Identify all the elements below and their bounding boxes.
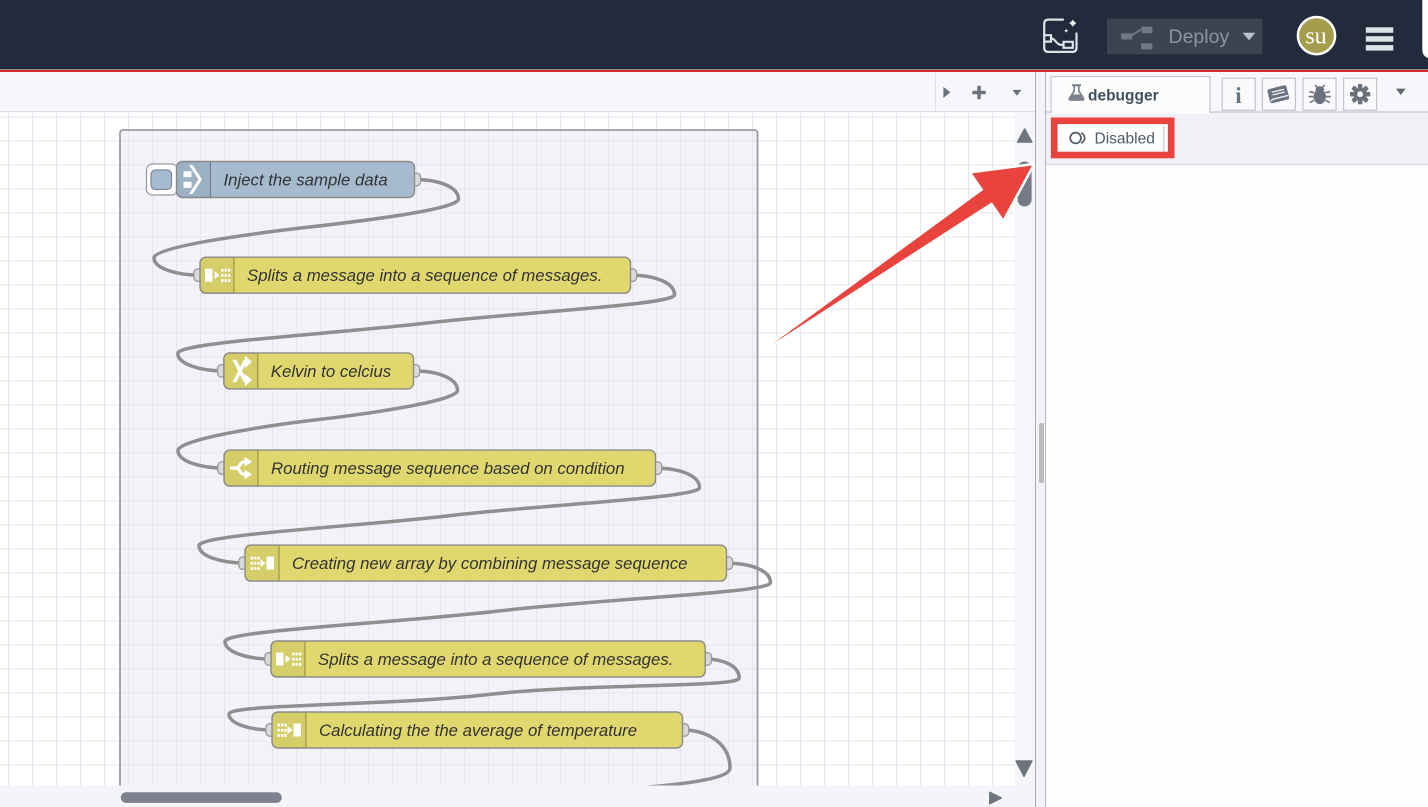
svg-text:Kelvin to celcius: Kelvin to celcius <box>271 361 392 380</box>
svg-text:i: i <box>1235 83 1242 108</box>
svg-text:Calculating the the average of: Calculating the the average of temperatu… <box>319 721 637 740</box>
svg-text:debugger: debugger <box>1088 88 1159 105</box>
svg-text:Deploy: Deploy <box>1169 26 1230 48</box>
svg-text:Splits a message into a sequen: Splits a message into a sequence of mess… <box>318 650 673 669</box>
svg-text:Disabled: Disabled <box>1095 131 1155 148</box>
svg-text:Creating new array by combinin: Creating new array by combining message … <box>292 554 688 573</box>
svg-text:Routing message sequence based: Routing message sequence based on condit… <box>271 459 625 478</box>
svg-text:Splits a message into a sequen: Splits a message into a sequence of mess… <box>247 266 602 285</box>
svg-text:Inject the sample data: Inject the sample data <box>224 170 388 189</box>
svg-text:su: su <box>1305 24 1326 50</box>
